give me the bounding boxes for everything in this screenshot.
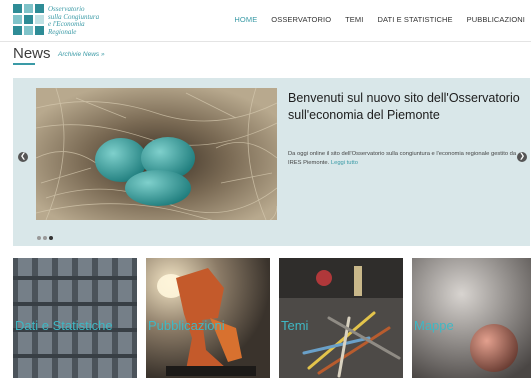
nav-osservatorio[interactable]: OSSERVATORIO: [271, 15, 331, 24]
page: Osservatorio sulla Congiuntura e l'Econo…: [0, 0, 531, 378]
slider-prev-button[interactable]: ❮: [18, 152, 28, 162]
tile-label: Pubblicazioni: [148, 318, 225, 333]
header-divider: [0, 41, 531, 42]
slider-next-button[interactable]: ❯: [517, 152, 527, 162]
tile-label: Mappe: [414, 318, 454, 333]
logo-icon[interactable]: [13, 4, 45, 36]
tile-dati-statistiche[interactable]: Dati e Statistiche: [13, 258, 137, 378]
read-more-link[interactable]: Leggi tutto: [331, 160, 358, 166]
slider-dot-2[interactable]: [43, 236, 47, 240]
news-slider: ❮ Benvenuti sul nuovo sito dell'Osservat…: [13, 78, 530, 246]
nav-temi[interactable]: TEMI: [345, 15, 363, 24]
news-underline: [13, 63, 35, 65]
slide-title: Benvenuti sul nuovo sito dell'Osservator…: [288, 91, 520, 122]
archive-news-link[interactable]: Archivie News »: [58, 51, 105, 58]
slide-image-nest-eggs[interactable]: [36, 88, 277, 220]
slider-dot-1[interactable]: [37, 236, 41, 240]
tile-temi[interactable]: Temi: [279, 258, 403, 378]
nav-home[interactable]: HOME: [234, 15, 257, 24]
tile-label: Temi: [281, 318, 309, 333]
chevron-right-icon: ❯: [519, 153, 525, 160]
logo-text: Osservatorio sulla Congiuntura e l'Econo…: [48, 5, 100, 36]
main-nav: HOME OSSERVATORIO TEMI DATI E STATISTICH…: [234, 15, 525, 24]
nav-dati-statistiche[interactable]: DATI E STATISTICHE: [377, 15, 452, 24]
chevron-left-icon: ❮: [20, 153, 26, 160]
category-tiles: Dati e Statistiche Pubblicazioni Temi Ma…: [13, 258, 531, 378]
slider-dot-3[interactable]: [49, 236, 53, 240]
news-title: News: [13, 45, 51, 62]
tile-label: Dati e Statistiche: [15, 318, 113, 333]
tile-mappe[interactable]: Mappe: [412, 258, 531, 378]
site-header: Osservatorio sulla Congiuntura e l'Econo…: [0, 0, 531, 40]
slide-text: Da oggi online il sito dell'Osservatorio…: [288, 151, 517, 166]
slider-dots: [37, 236, 53, 240]
nav-pubblicazioni[interactable]: PUBBLICAZIONI: [467, 15, 525, 24]
tile-pubblicazioni[interactable]: Pubblicazioni: [146, 258, 270, 378]
